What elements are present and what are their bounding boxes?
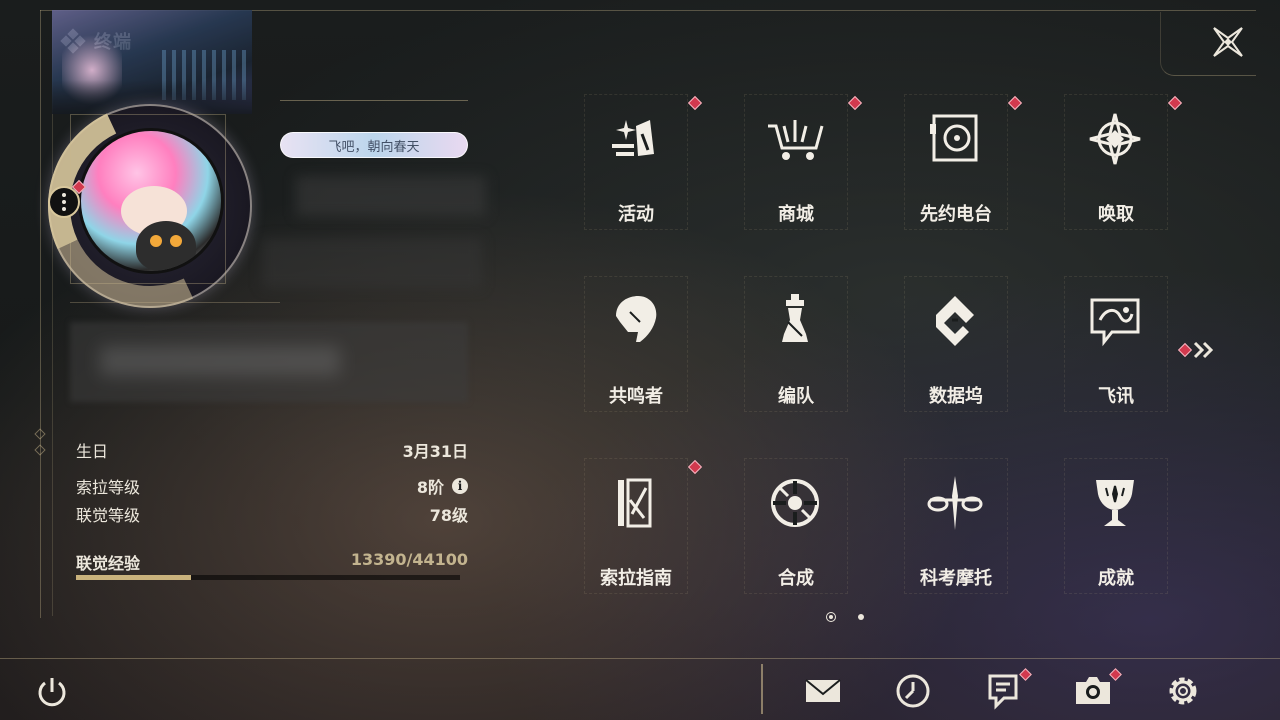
menu-label: 编队 [778, 386, 814, 407]
new-badge-icon [1007, 95, 1023, 111]
menu-team[interactable]: 编队 [744, 276, 848, 412]
mail-icon [805, 679, 841, 702]
shop-icon [766, 110, 824, 168]
data-bank-icon [926, 292, 984, 350]
stat-label: 索拉等级 [76, 478, 141, 497]
exp-row: 联觉经验 13390/44100 [76, 550, 468, 574]
frame-left-line [40, 10, 41, 618]
bottom-divider [761, 664, 763, 714]
motorcycle-icon [926, 474, 984, 532]
menu-activity[interactable]: 活动 [584, 94, 703, 230]
radio-icon [926, 110, 984, 168]
exp-value: 13390/44100 [350, 550, 468, 569]
menu-guidebook[interactable]: 索拉指南 [584, 458, 703, 594]
close-icon [1213, 27, 1243, 57]
photo-button[interactable] [1074, 668, 1122, 710]
notice-icon [988, 674, 1018, 710]
exit-game-button[interactable] [34, 674, 70, 710]
menu-label: 成就 [1098, 568, 1134, 589]
player-stats: 生日 3月31日 索拉等级 8阶 i 联觉等级 78级 [76, 436, 468, 528]
menu-radio[interactable]: 先约电台 [904, 94, 1023, 230]
menu-label: 科考摩托 [920, 568, 992, 589]
player-id-blurred [262, 238, 482, 288]
avatar[interactable] [78, 128, 224, 274]
stat-label: 联觉等级 [76, 506, 141, 525]
menu-label: 唤取 [1098, 204, 1134, 225]
menu-shop[interactable]: 商城 [744, 94, 863, 230]
chat-icon [1086, 292, 1144, 350]
log-button[interactable] [894, 672, 932, 710]
new-badge-icon [1167, 95, 1183, 111]
stat-label: 生日 [76, 442, 109, 461]
settings-icon [1169, 677, 1197, 705]
exp-label: 联觉经验 [76, 554, 141, 573]
stat-value: 78级 [429, 506, 468, 525]
menu-label: 活动 [618, 204, 654, 225]
double-chevron-right-icon [1193, 341, 1214, 359]
convene-icon [1086, 110, 1144, 168]
resonator-icon [606, 292, 664, 350]
menu-chat[interactable]: 飞讯 [1064, 276, 1168, 412]
name-divider [280, 100, 468, 101]
synthesis-icon [766, 474, 824, 532]
menu-label: 商城 [778, 204, 814, 225]
menu-convene[interactable]: 唤取 [1064, 94, 1183, 230]
stat-union-level: 联觉等级 78级 [76, 500, 468, 528]
new-badge-icon [847, 95, 863, 111]
menu-label: 数据坞 [929, 386, 983, 407]
activity-icon [606, 110, 664, 168]
team-icon [766, 292, 824, 350]
signature-badge[interactable]: 飞吧，朝向春天 [280, 132, 468, 158]
camera-icon [1076, 677, 1110, 704]
info-icon[interactable]: i [452, 478, 468, 494]
menu-data-bank[interactable]: 数据坞 [904, 276, 1008, 412]
power-icon [38, 678, 66, 707]
page-dot-1[interactable] [826, 612, 836, 622]
frame-diamond [34, 444, 46, 456]
new-badge-icon [687, 95, 703, 111]
player-bio-blurred [70, 322, 468, 402]
menu-achievement[interactable]: 成就 [1064, 458, 1168, 594]
stat-value: 3月31日 [402, 442, 468, 461]
exp-progress-fill [76, 575, 192, 580]
new-badge-icon [1177, 342, 1193, 358]
menu-resonators[interactable]: 共鸣者 [584, 276, 688, 412]
page-dot-2[interactable] [858, 614, 864, 620]
profile-divider [70, 302, 280, 303]
next-page-button[interactable] [1177, 340, 1218, 360]
stat-value-wrap: 8阶 i [417, 474, 468, 498]
settings-button[interactable] [1164, 672, 1202, 710]
stat-birthday: 生日 3月31日 [76, 436, 468, 464]
menu-label: 索拉指南 [600, 568, 672, 589]
guidebook-icon [606, 474, 664, 532]
frame-diamond [34, 428, 46, 440]
stat-value: 8阶 [416, 478, 444, 497]
menu-label: 合成 [778, 568, 814, 589]
new-badge-icon [687, 459, 703, 475]
stat-sol-rank: 索拉等级 8阶 i [76, 472, 468, 500]
player-name-blurred [296, 176, 486, 216]
notice-button[interactable] [984, 668, 1032, 710]
mail-button[interactable] [804, 672, 842, 710]
menu-label: 先约电台 [920, 204, 992, 225]
clock-icon [896, 674, 930, 708]
pagination [826, 612, 864, 622]
menu-label: 共鸣者 [609, 386, 663, 407]
profile-banner [52, 10, 252, 114]
exp-progress-bar [76, 575, 460, 580]
close-button[interactable] [1210, 24, 1246, 60]
menu-synthesis[interactable]: 合成 [744, 458, 848, 594]
achievement-icon [1086, 474, 1144, 532]
menu-label: 飞讯 [1098, 386, 1134, 407]
menu-motorcycle[interactable]: 科考摩托 [904, 458, 1008, 594]
